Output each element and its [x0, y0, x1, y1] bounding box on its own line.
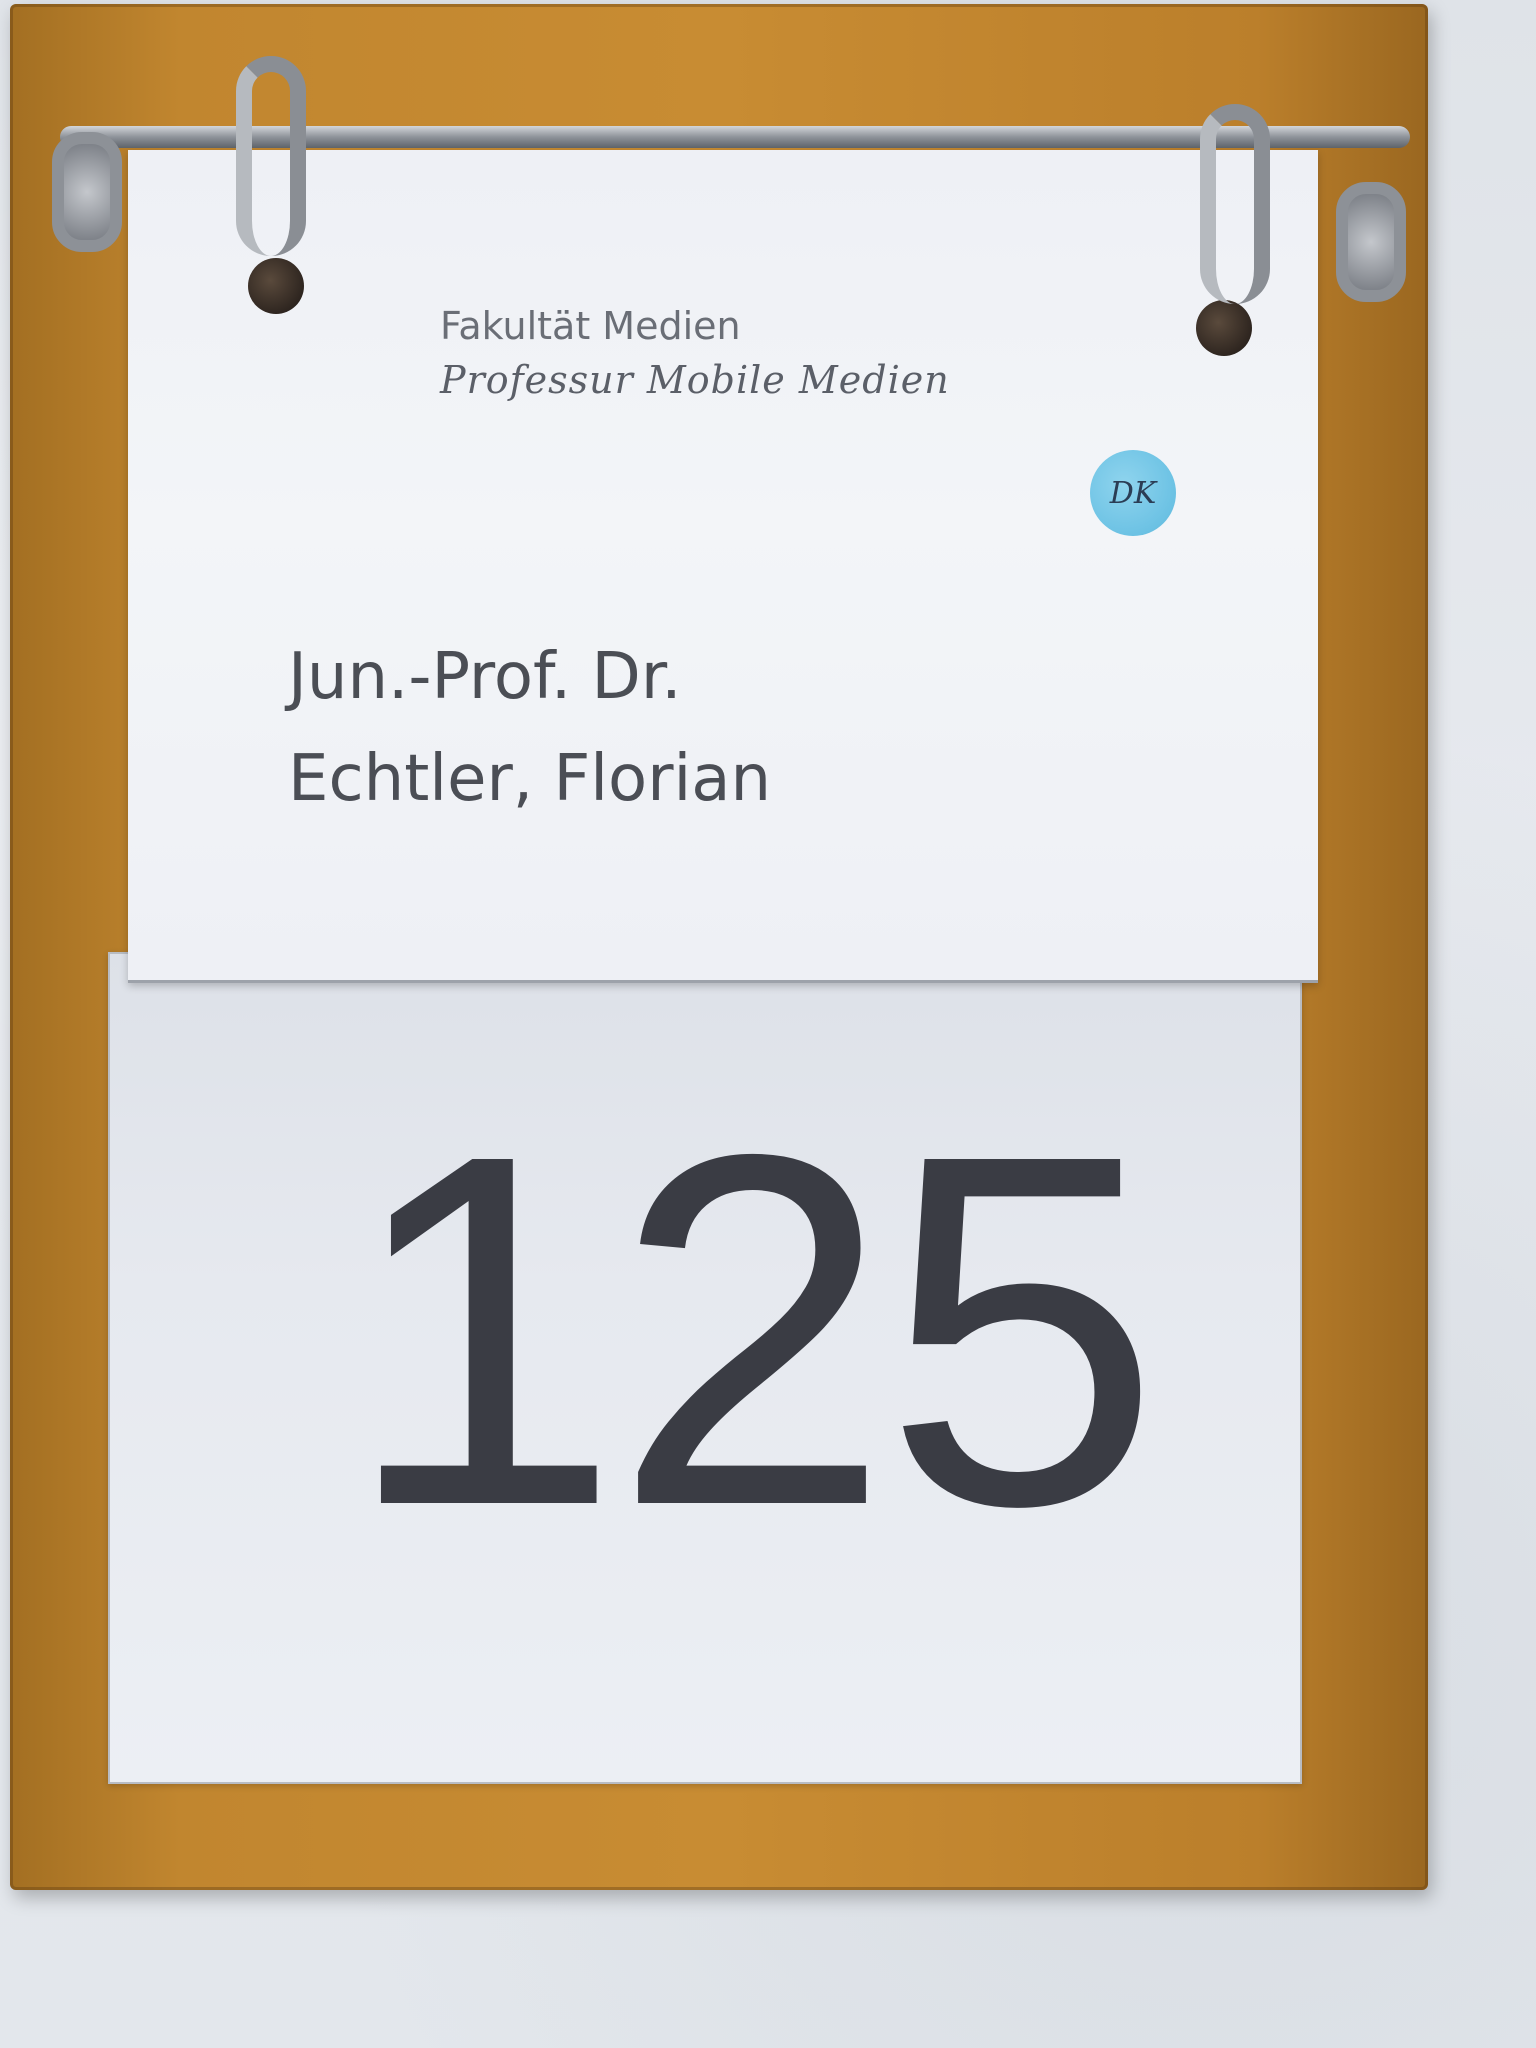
initials-sticker: DK [1090, 450, 1176, 536]
professorship-label: Professur Mobile Medien [440, 358, 950, 402]
name-card [128, 150, 1318, 983]
person-title: Jun.-Prof. Dr. [288, 640, 682, 714]
right-punch-hole [1196, 300, 1252, 356]
left-punch-hole [248, 258, 304, 314]
person-name: Echtler, Florian [288, 742, 772, 816]
faculty-label: Fakultät Medien [440, 304, 741, 348]
right-binder-ring [1200, 104, 1270, 304]
left-binder-ring [236, 56, 306, 256]
room-number: 125 [342, 1050, 1161, 1609]
right-clip [1336, 182, 1406, 302]
left-clip [52, 132, 122, 252]
